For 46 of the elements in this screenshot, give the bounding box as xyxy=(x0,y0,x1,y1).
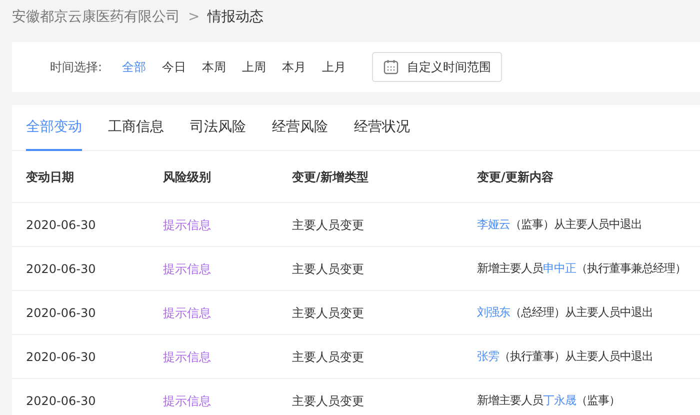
person-link[interactable]: 李娅云 xyxy=(477,216,510,231)
person-link[interactable]: 申中正 xyxy=(543,260,576,275)
change-content: 新增主要人员丁永晟（监事） xyxy=(477,392,620,407)
risk-level-link[interactable]: 提示信息 xyxy=(163,350,211,364)
tab[interactable]: 工商信息 xyxy=(108,105,164,151)
custom-range-button[interactable]: 自定义时间范围 xyxy=(372,52,502,82)
change-content: 李娅云（监事）从主要人员中退出 xyxy=(477,216,642,231)
date-cell: 2020-06-30 xyxy=(26,262,96,276)
date-cell: 2020-06-30 xyxy=(26,350,96,364)
person-link[interactable]: 刘强东 xyxy=(477,304,510,319)
time-option[interactable]: 上月 xyxy=(314,58,354,76)
breadcrumb-current: 情报动态 xyxy=(208,8,264,26)
date-cell: 2020-06-30 xyxy=(26,394,96,408)
change-type-cell: 主要人员变更 xyxy=(292,306,364,320)
time-option[interactable]: 全部 xyxy=(114,58,154,76)
time-option[interactable]: 本周 xyxy=(194,58,234,76)
change-content: 刘强东（总经理）从主要人员中退出 xyxy=(477,304,653,319)
breadcrumb-link[interactable]: 安徽都京云康医药有限公司 xyxy=(12,6,180,28)
column-header: 变动日期 xyxy=(24,168,75,186)
column-header: 变更/新增类型 xyxy=(290,168,370,186)
calendar-icon xyxy=(383,59,400,75)
time-option[interactable]: 本月 xyxy=(274,58,314,76)
person-link[interactable]: 张雱 xyxy=(477,348,499,363)
column-header: 变更/更新内容 xyxy=(476,168,554,186)
risk-level-link[interactable]: 提示信息 xyxy=(163,306,211,320)
date-cell: 2020-06-30 xyxy=(26,218,96,232)
risk-level-link[interactable]: 提示信息 xyxy=(163,218,211,232)
risk-level-link[interactable]: 提示信息 xyxy=(163,262,211,276)
date-cell: 2020-06-30 xyxy=(26,306,96,320)
change-type-cell: 主要人员变更 xyxy=(292,394,364,408)
time-option[interactable]: 上周 xyxy=(234,58,274,76)
column-header: 风险级别 xyxy=(162,168,212,186)
change-type-cell: 主要人员变更 xyxy=(292,262,364,276)
change-content: 新增主要人员申中正（执行董事兼总经理） xyxy=(477,260,686,275)
change-content: 张雱（执行董事）从主要人员中退出 xyxy=(477,348,653,363)
change-type-cell: 主要人员变更 xyxy=(292,218,364,232)
tab[interactable]: 全部变动 xyxy=(26,105,82,151)
change-type-cell: 主要人员变更 xyxy=(292,350,364,364)
filter-label: 时间选择: xyxy=(50,59,102,76)
tab[interactable]: 经营风险 xyxy=(272,105,328,151)
time-option[interactable]: 今日 xyxy=(154,58,194,76)
risk-level-link[interactable]: 提示信息 xyxy=(163,394,211,408)
person-link[interactable]: 丁永晟 xyxy=(543,392,576,407)
breadcrumb-separator: > xyxy=(188,8,200,26)
tab[interactable]: 经营状况 xyxy=(354,105,410,151)
tab[interactable]: 司法风险 xyxy=(190,105,246,151)
